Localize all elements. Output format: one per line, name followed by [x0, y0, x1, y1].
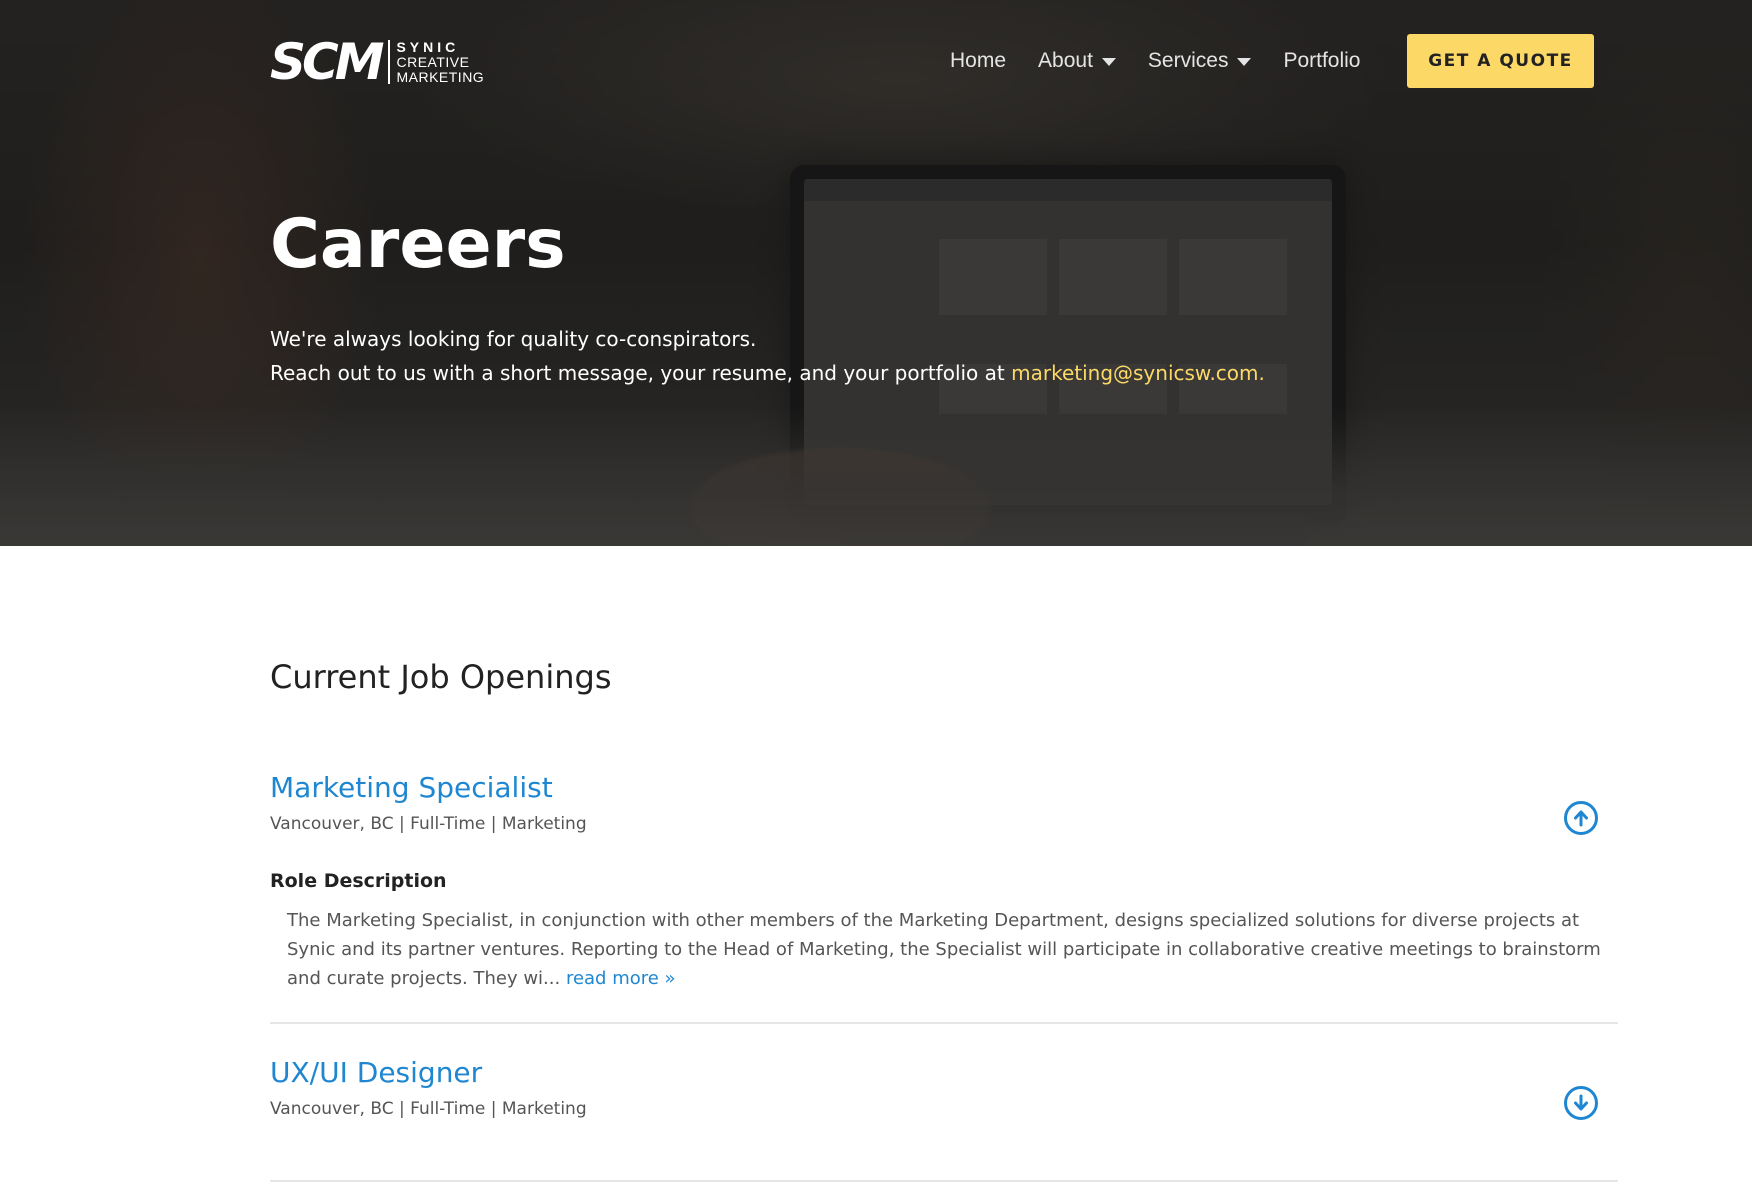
- caret-down-icon: [1101, 58, 1116, 66]
- nav-item-portfolio[interactable]: Portfolio: [1283, 44, 1360, 78]
- main-nav: Home About Services Portfolio: [950, 44, 1393, 78]
- section-title: Current Job Openings: [270, 658, 612, 696]
- role-description-text: The Marketing Specialist, in conjunction…: [287, 910, 1601, 989]
- nav-item-services[interactable]: Services: [1148, 44, 1252, 78]
- job-meta: Vancouver, BC | Full-Time | Marketing: [270, 814, 587, 834]
- hero-line-2: Reach out to us with a short message, yo…: [270, 361, 1012, 385]
- site-logo[interactable]: SCM SYNIC CREATIVE MARKETING: [270, 36, 484, 88]
- careers-email-link[interactable]: marketing@synicsw.com.: [1011, 361, 1265, 385]
- job-title-link[interactable]: UX/UI Designer: [270, 1056, 1618, 1089]
- site-header: SCM SYNIC CREATIVE MARKETING Home About …: [0, 0, 1752, 120]
- logo-line-creative: CREATIVE: [396, 53, 470, 70]
- hero-banner: SCM SYNIC CREATIVE MARKETING Home About …: [0, 0, 1752, 546]
- arrow-up-circle-icon[interactable]: [1564, 801, 1598, 835]
- nav-item-about[interactable]: About: [1038, 44, 1116, 78]
- page-title: Careers: [270, 205, 566, 284]
- caret-down-icon: [1237, 58, 1252, 66]
- get-a-quote-button[interactable]: GET A QUOTE: [1407, 34, 1594, 88]
- logo-line-synic: SYNIC: [396, 38, 460, 55]
- job-title-link[interactable]: Marketing Specialist: [270, 771, 1618, 804]
- read-more-link[interactable]: read more »: [566, 968, 676, 989]
- job-listing: Marketing Specialist Vancouver, BC | Ful…: [270, 771, 1618, 1024]
- job-meta: Vancouver, BC | Full-Time | Marketing: [270, 1099, 587, 1119]
- hero-subtitle: We're always looking for quality co-cons…: [270, 322, 1265, 390]
- job-listing: UX/UI Designer Vancouver, BC | Full-Time…: [270, 1056, 1618, 1182]
- role-description-label: Role Description: [270, 870, 447, 892]
- logo-line-marketing: MARKETING: [396, 68, 485, 85]
- logo-mark: SCM: [270, 33, 384, 91]
- arrow-down-circle-icon[interactable]: [1564, 1086, 1598, 1120]
- hero-line-1: We're always looking for quality co-cons…: [270, 327, 757, 351]
- nav-item-home[interactable]: Home: [950, 44, 1006, 78]
